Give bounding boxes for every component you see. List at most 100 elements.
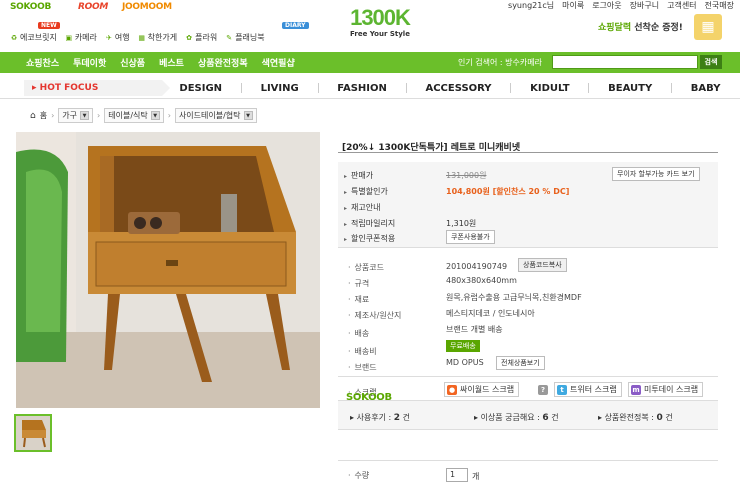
- breadcrumb-category-3[interactable]: 사이드테이블/협탁 ▼: [174, 108, 257, 123]
- copy-code-button[interactable]: 상품코드복사: [518, 258, 567, 272]
- service-eco[interactable]: ♻ 에코브릿지: [10, 32, 57, 43]
- chevron-down-icon: ▼: [243, 111, 253, 120]
- flower-icon: ✿: [186, 33, 193, 42]
- service-camera[interactable]: ▣ 카메라: [65, 32, 97, 43]
- cat-fashion[interactable]: FASHION: [337, 83, 387, 94]
- coupon-button[interactable]: 쿠폰사용불가: [446, 230, 495, 244]
- cat-design[interactable]: DESIGN: [179, 83, 222, 94]
- spec-label-code: 상품코드: [348, 262, 384, 273]
- installment-card-button[interactable]: 무이자 할부가능 카드 보기: [612, 167, 700, 181]
- cat-kidult[interactable]: KIDULT: [530, 83, 569, 94]
- cat-beauty[interactable]: BEAUTY: [608, 83, 652, 94]
- chevron-right-icon: ›: [167, 111, 171, 120]
- logo-tagline: Free Your Style: [350, 30, 410, 38]
- nav-new[interactable]: 신상품: [120, 56, 145, 69]
- logo-text: 1300K: [350, 5, 411, 30]
- review-count[interactable]: ▸ 사용후기 : 2 건: [350, 412, 410, 423]
- nav-shopping-chance[interactable]: 쇼핑찬스: [26, 56, 59, 69]
- coupon-label: 할인쿠폰적용: [344, 233, 395, 244]
- stores-link[interactable]: 전국매장: [705, 0, 734, 12]
- metoday-scrap-button[interactable]: m 미투데이 스크랩: [628, 382, 704, 397]
- special-price-label: 특별할인가: [344, 186, 388, 197]
- spec-label-delivery-fee: 배송비: [348, 346, 377, 357]
- help-icon[interactable]: ?: [538, 385, 548, 395]
- home-icon: ⌂: [30, 110, 36, 121]
- product-thumbnail[interactable]: [14, 414, 52, 452]
- service-links: ♻ 에코브릿지 ▣ 카메라 ✈ 여행 ▦ 착한가게 ✿ 플라워 ✎ 플래닝북: [10, 32, 265, 43]
- plane-icon: ✈: [105, 33, 112, 42]
- special-price: 104,800원 [할인찬스 20 % DC]: [446, 186, 569, 197]
- spec-value-code: 201004190749: [446, 262, 508, 271]
- breadcrumb-category-2[interactable]: 테이블/식탁 ▼: [104, 108, 164, 123]
- search-button[interactable]: 검색: [700, 55, 722, 69]
- spec-label-brand: 브랜드: [348, 362, 377, 373]
- cyworld-scrap-button[interactable]: ● 싸이월드 스크랩: [444, 382, 520, 397]
- service-travel[interactable]: ✈ 여행: [105, 32, 130, 43]
- hot-focus-label: HOT FOCUS: [39, 83, 99, 93]
- stock-info-label[interactable]: 재고안내: [344, 202, 380, 213]
- top-links: syung21c님 마이룩 로그아웃 장바구니 고객센터 전국매장: [508, 0, 734, 12]
- cat-accessory[interactable]: ACCESSORY: [425, 83, 491, 94]
- sokoob-stats-logo[interactable]: SOKOOB: [346, 392, 392, 403]
- twitter-scrap-button[interactable]: t 트위터 스크랩: [554, 382, 622, 397]
- main-logo[interactable]: 1300K Free Your Style: [330, 5, 430, 39]
- nav-pencil-shop[interactable]: 색연필샵: [262, 56, 295, 69]
- quantity-input[interactable]: 1: [446, 468, 468, 482]
- promo-black-text: 선착순 증정!: [634, 23, 683, 33]
- special-price-value: 104,800원: [446, 187, 490, 196]
- joomoom-logo[interactable]: JOOMOOM: [122, 2, 172, 12]
- breadcrumb: ⌂ 홈 › 가구 ▼ › 테이블/식탁 ▼ › 사이드테이블/협탁 ▼: [30, 108, 257, 123]
- spec-value-maker: 메스티지데코 / 인도네시아: [446, 309, 535, 318]
- popular-search[interactable]: 인기 검색어 : 방수카메라: [458, 57, 542, 68]
- question-count[interactable]: ▸ 이상품 궁금해요 : 6 건: [474, 412, 559, 423]
- spec-label-delivery: 배송: [348, 328, 370, 339]
- service-flower[interactable]: ✿ 플라워: [185, 32, 217, 43]
- search-input[interactable]: [552, 55, 698, 69]
- all-products-button[interactable]: 전체상품보기: [496, 356, 545, 370]
- service-planningbook[interactable]: ✎ 플래닝북: [225, 32, 264, 43]
- customer-center-link[interactable]: 고객센터: [667, 0, 696, 12]
- category-nav: DESIGN LIVING FASHION ACCESSORY KIDULT B…: [170, 80, 730, 96]
- cat-living[interactable]: LIVING: [261, 83, 299, 94]
- spec-value-size: 480x380x640mm: [446, 276, 517, 285]
- cart-link[interactable]: 장바구니: [630, 0, 659, 12]
- nav-today-hot[interactable]: 투데이핫: [73, 56, 106, 69]
- breadcrumb-category-1[interactable]: 가구 ▼: [58, 108, 94, 123]
- metoday-icon: m: [631, 384, 641, 395]
- diary-badge: DIARY: [282, 22, 309, 29]
- service-goodshop[interactable]: ▦ 착한가게: [138, 32, 177, 43]
- book-icon: ✎: [226, 33, 233, 42]
- conquest-count[interactable]: ▸ 상품완전정복 : 0 건: [598, 412, 673, 423]
- camera-icon: ▣: [65, 33, 73, 42]
- mileage-value: 1,310원: [446, 219, 477, 228]
- twitter-icon: t: [557, 384, 567, 395]
- breadcrumb-home[interactable]: 홈: [40, 110, 47, 121]
- new-badge: NEW: [38, 22, 60, 29]
- nav-product-conquest[interactable]: 상품완전정복: [198, 56, 248, 69]
- divider: [338, 376, 718, 377]
- chevron-down-icon: ▼: [80, 111, 90, 120]
- spec-label-material: 재료: [348, 294, 370, 305]
- gift-icon: ▦: [138, 33, 145, 42]
- original-price: 131,000원: [446, 171, 487, 180]
- chevron-down-icon: ▼: [150, 111, 160, 120]
- logout-link[interactable]: 로그아웃: [592, 0, 621, 12]
- nav-best[interactable]: 베스트: [159, 56, 184, 69]
- spec-label-size: 규격: [348, 278, 370, 289]
- calendar-icon[interactable]: ▦: [694, 14, 722, 40]
- spec-label-maker: 제조사/원산지: [348, 310, 402, 321]
- spec-value-brand[interactable]: MD OPUS: [446, 358, 484, 367]
- product-image[interactable]: [16, 132, 320, 408]
- room-logo[interactable]: ROOM: [78, 2, 108, 12]
- price-label: 판매가: [344, 170, 373, 181]
- cat-baby[interactable]: BABY: [691, 83, 721, 94]
- main-nav: 쇼핑찬스 투데이핫 신상품 베스트 상품완전정복 색연필샵: [26, 52, 295, 73]
- special-price-note: [할인찬스 20 % DC]: [492, 187, 570, 196]
- spec-value-delivery: 브랜드 개별 배송: [446, 325, 503, 334]
- mylook-link[interactable]: 마이룩: [562, 0, 584, 12]
- quantity-label: 수량: [348, 470, 370, 481]
- sokoob-logo[interactable]: SOKOOB: [10, 2, 51, 12]
- hot-focus-tab[interactable]: ▸ HOT FOCUS: [24, 80, 170, 96]
- promo-banner[interactable]: 쇼핑달력 선착순 증정!: [598, 20, 683, 33]
- divider: [338, 460, 718, 461]
